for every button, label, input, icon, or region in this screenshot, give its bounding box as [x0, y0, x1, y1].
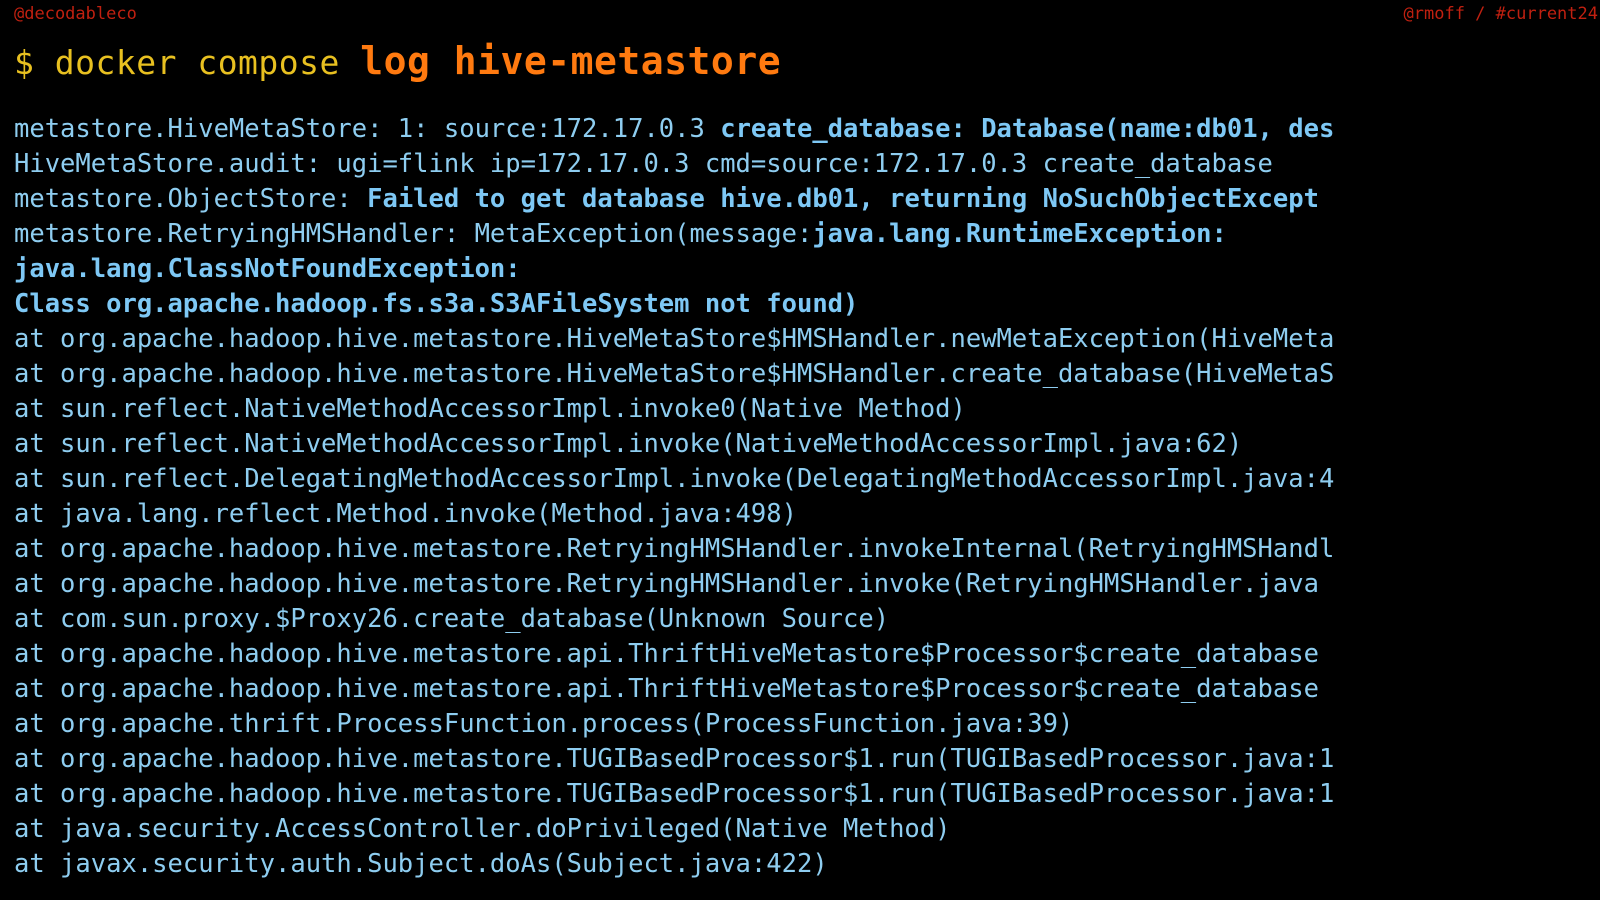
log-line: at org.apache.thrift.ProcessFunction.pro… [14, 707, 1600, 742]
log-line: metastore.HiveMetaStore: 1: source:172.1… [14, 112, 1600, 147]
log-segment: at org.apache.hadoop.hive.metastore.Retr… [14, 569, 1319, 599]
log-segment-bold: java.lang.RuntimeException: [812, 219, 1227, 249]
log-line: at sun.reflect.DelegatingMethodAccessorI… [14, 462, 1600, 497]
log-line: at org.apache.hadoop.hive.metastore.TUGI… [14, 777, 1600, 812]
title-emphasis-text: log hive-metastore [360, 39, 782, 83]
title-command-text: docker compose [54, 43, 361, 82]
log-segment: at org.apache.hadoop.hive.metastore.TUGI… [14, 744, 1335, 774]
log-segment: at org.apache.hadoop.hive.metastore.Hive… [14, 324, 1335, 354]
page-title: $ docker compose log hive-metastore [14, 38, 781, 92]
log-line: at org.apache.hadoop.hive.metastore.Hive… [14, 357, 1600, 392]
terminal-log-output: metastore.HiveMetaStore: 1: source:172.1… [14, 112, 1600, 882]
log-segment: metastore.HiveMetaStore: 1: source:172.1… [14, 114, 721, 144]
log-segment: at java.lang.reflect.Method.invoke(Metho… [14, 499, 797, 529]
log-line: metastore.ObjectStore: Failed to get dat… [14, 182, 1600, 217]
log-segment: at org.apache.hadoop.hive.metastore.TUGI… [14, 779, 1335, 809]
log-line: at org.apache.hadoop.hive.metastore.TUGI… [14, 742, 1600, 777]
log-line: java.lang.ClassNotFoundException: [14, 252, 1600, 287]
log-segment: metastore.ObjectStore: [14, 184, 368, 214]
credit-right: @rmoff / #current24 [1403, 4, 1598, 24]
log-segment: at sun.reflect.NativeMethodAccessorImpl.… [14, 429, 1243, 459]
log-segment: at org.apache.hadoop.hive.metastore.Retr… [14, 534, 1335, 564]
log-segment: at org.apache.hadoop.hive.metastore.api.… [14, 674, 1319, 704]
log-segment: at com.sun.proxy.$Proxy26.create_databas… [14, 604, 890, 634]
log-segment: at sun.reflect.DelegatingMethodAccessorI… [14, 464, 1335, 494]
log-segment-bold: Failed to get database hive.db01, return… [367, 184, 1319, 214]
log-line: at org.apache.hadoop.hive.metastore.api.… [14, 672, 1600, 707]
log-segment: at org.apache.hadoop.hive.metastore.api.… [14, 639, 1319, 669]
log-segment: at org.apache.hadoop.hive.metastore.Hive… [14, 359, 1335, 389]
log-line: at java.security.AccessController.doPriv… [14, 812, 1600, 847]
log-line: at sun.reflect.NativeMethodAccessorImpl.… [14, 392, 1600, 427]
log-line: at com.sun.proxy.$Proxy26.create_databas… [14, 602, 1600, 637]
credit-left: @decodableco [14, 4, 137, 24]
log-line: at org.apache.hadoop.hive.metastore.Hive… [14, 322, 1600, 357]
log-segment: at java.security.AccessController.doPriv… [14, 814, 951, 844]
log-segment-bold: java.lang.ClassNotFoundException: [14, 254, 521, 284]
log-line: at org.apache.hadoop.hive.metastore.Retr… [14, 567, 1600, 602]
log-line: metastore.RetryingHMSHandler: MetaExcept… [14, 217, 1600, 252]
slide-root: @decodableco @rmoff / #current24 $ docke… [0, 0, 1600, 900]
log-segment-bold: create_database: Database(name:db01, des [720, 114, 1335, 144]
shell-prompt-symbol: $ [14, 43, 55, 82]
log-segment-bold: Class org.apache.hadoop.fs.s3a.S3AFileSy… [14, 289, 859, 319]
log-segment: at javax.security.auth.Subject.doAs(Subj… [14, 849, 828, 879]
log-line: at org.apache.hadoop.hive.metastore.Retr… [14, 532, 1600, 567]
log-line: HiveMetaStore.audit: ugi=flink ip=172.17… [14, 147, 1600, 182]
log-segment: HiveMetaStore.audit: ugi=flink ip=172.17… [14, 149, 1273, 179]
log-line: at sun.reflect.NativeMethodAccessorImpl.… [14, 427, 1600, 462]
log-segment: at sun.reflect.NativeMethodAccessorImpl.… [14, 394, 966, 424]
log-segment: metastore.RetryingHMSHandler: MetaExcept… [14, 219, 813, 249]
log-line: at org.apache.hadoop.hive.metastore.api.… [14, 637, 1600, 672]
log-line: Class org.apache.hadoop.fs.s3a.S3AFileSy… [14, 287, 1600, 322]
log-line: at java.lang.reflect.Method.invoke(Metho… [14, 497, 1600, 532]
log-line: at javax.security.auth.Subject.doAs(Subj… [14, 847, 1600, 882]
log-segment: at org.apache.thrift.ProcessFunction.pro… [14, 709, 1074, 739]
